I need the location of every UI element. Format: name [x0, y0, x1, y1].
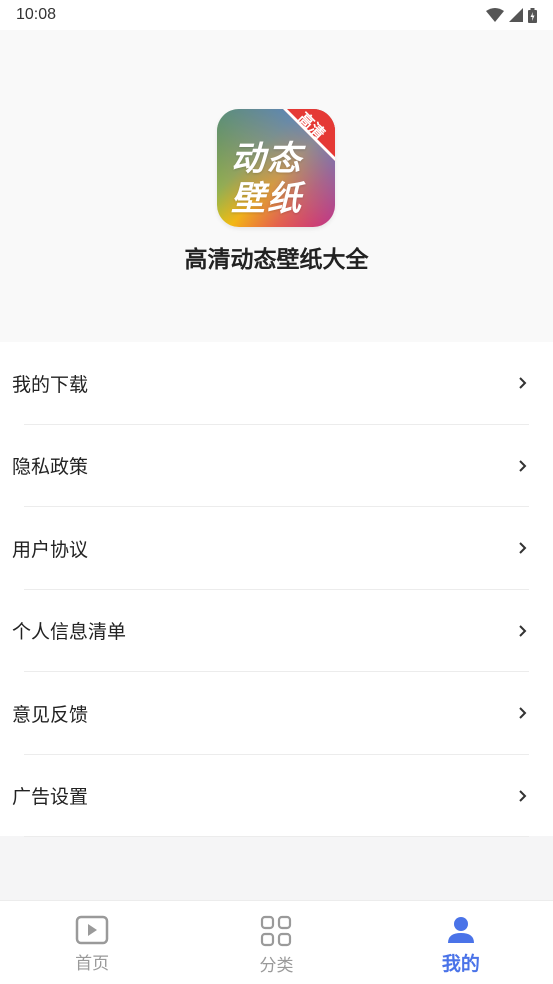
chevron-right-icon [519, 625, 527, 637]
menu-item-ad-settings[interactable]: 广告设置 [0, 755, 553, 837]
signal-icon [509, 8, 523, 22]
menu-item-label: 广告设置 [12, 786, 89, 809]
tab-label: 我的 [441, 953, 480, 975]
status-time: 10:08 [16, 6, 57, 23]
profile-header: 高清 动态 壁纸 高清动态壁纸大全 [0, 30, 553, 342]
status-icons [486, 7, 537, 23]
menu-item-feedback[interactable]: 意见反馈 [0, 672, 553, 755]
app-logo: 高清 动态 壁纸 [217, 109, 335, 227]
tab-category[interactable]: 分类 [184, 901, 368, 984]
tab-mine[interactable]: 我的 [369, 901, 553, 984]
menu-item-label: 用户协议 [12, 538, 89, 561]
menu-item-personal-info-list[interactable]: 个人信息清单 [0, 590, 553, 672]
menu-item-label: 意见反馈 [12, 703, 89, 726]
play-icon [75, 915, 109, 945]
menu-list: 我的下载 隐私政策 用户协议 个人信息清单 意见反馈 广告设置 [0, 342, 553, 837]
chevron-right-icon [519, 460, 527, 472]
battery-icon [528, 7, 537, 23]
tab-label: 首页 [75, 954, 110, 974]
user-icon [447, 917, 474, 943]
bottom-nav: 首页 分类 我的 [0, 900, 553, 984]
menu-item-label: 个人信息清单 [12, 621, 127, 644]
menu-item-downloads[interactable]: 我的下载 [0, 342, 553, 425]
logo-text-line2: 壁纸 [231, 179, 303, 219]
menu-item-label: 隐私政策 [12, 456, 89, 479]
app-name: 高清动态壁纸大全 [184, 247, 369, 273]
menu-item-user-agreement[interactable]: 用户协议 [0, 507, 553, 590]
menu-item-privacy-policy[interactable]: 隐私政策 [0, 425, 553, 507]
divider [24, 836, 529, 837]
chevron-right-icon [519, 707, 527, 719]
wifi-icon [486, 8, 504, 22]
status-bar: 10:08 [0, 0, 553, 30]
chevron-right-icon [519, 377, 527, 389]
chevron-right-icon [519, 542, 527, 554]
chevron-right-icon [519, 790, 527, 802]
tab-home[interactable]: 首页 [0, 901, 184, 984]
tab-label: 分类 [259, 956, 294, 976]
grid-icon [261, 915, 292, 947]
menu-item-label: 我的下载 [12, 373, 89, 396]
